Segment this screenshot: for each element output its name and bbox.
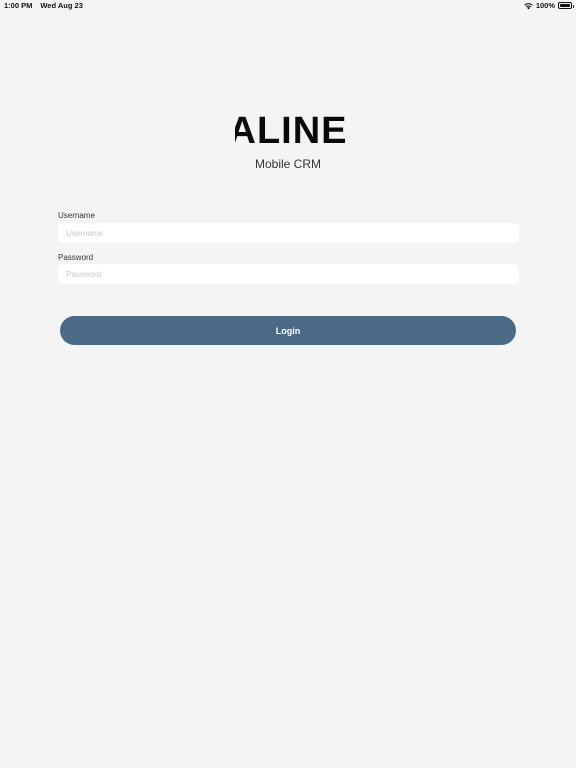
password-input[interactable] [58,264,519,284]
status-time: 1:00 PM [4,1,33,10]
aline-logo: ALINE [229,112,347,146]
status-left: 1:00 PM Wed Aug 23 [4,1,83,10]
battery-percent: 100% [535,1,555,10]
login-screen: 1:00 PM Wed Aug 23 100% ALINE Mobile CRM… [0,0,576,768]
app-subtitle: Mobile CRM [254,157,321,171]
username-label: Username [58,211,95,220]
password-label: Password [58,253,94,262]
battery-icon [558,2,574,9]
status-bar: 1:00 PM Wed Aug 23 100% [0,0,576,12]
wifi-icon [524,2,533,10]
battery-level [560,4,570,7]
username-input[interactable] [58,223,519,243]
status-date: Wed Aug 23 [40,1,83,10]
status-right: 100% [524,1,574,10]
login-button[interactable]: Login [60,316,516,345]
logo-area: ALINE [0,112,576,151]
logo-text: ALINE [229,112,347,146]
